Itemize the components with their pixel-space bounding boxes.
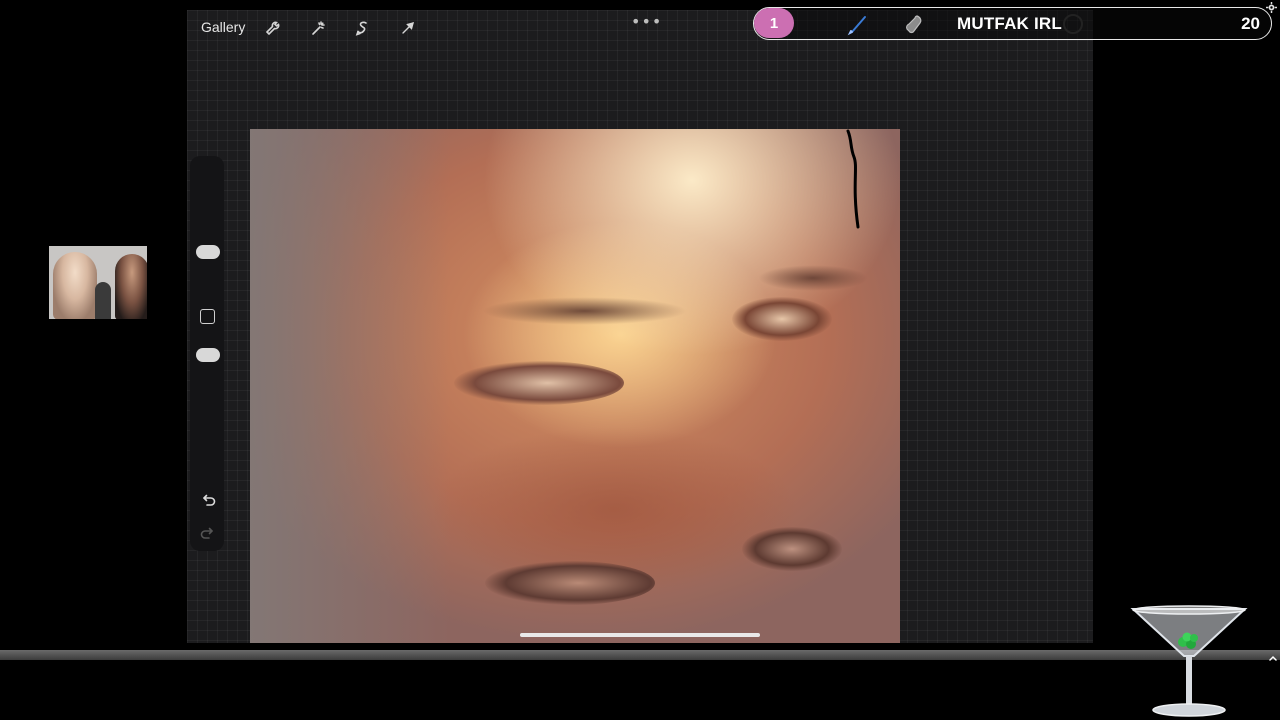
martini-glass-icon (1130, 605, 1248, 717)
undo-icon[interactable] (199, 492, 217, 510)
bottom-divider (0, 650, 1280, 660)
brush-icon[interactable] (846, 13, 870, 37)
webcam-person (95, 282, 111, 319)
opacity-slider[interactable] (196, 348, 220, 362)
stream-badge: 1 (754, 8, 794, 38)
color-picker-icon[interactable] (1063, 14, 1083, 34)
smudge-icon[interactable] (902, 13, 926, 37)
procreate-sidebar (190, 156, 224, 551)
artwork-brow (758, 265, 868, 291)
drawing-canvas[interactable] (250, 129, 900, 643)
gear-icon[interactable] (1266, 0, 1277, 13)
more-options-icon[interactable]: ••• (631, 12, 662, 31)
gallery-button[interactable]: Gallery (201, 19, 245, 35)
artwork-eye (732, 297, 832, 341)
artwork-eye (454, 361, 624, 405)
chevron-up-icon[interactable] (1268, 650, 1278, 661)
brush-size-slider[interactable] (196, 245, 220, 259)
wrench-icon[interactable] (264, 19, 282, 37)
artwork-reflection-eye (742, 527, 842, 571)
magic-wand-icon[interactable] (309, 19, 327, 37)
webcam-person (115, 254, 147, 319)
redo-icon[interactable] (199, 525, 217, 543)
modify-button[interactable] (200, 309, 215, 324)
stream-count: 20 (1241, 14, 1260, 33)
procreate-screen: Gallery ••• (187, 10, 1093, 643)
webcam-feed (49, 246, 147, 319)
selection-icon[interactable] (354, 19, 372, 37)
stream-title: MUTFAK IRL (957, 14, 1062, 33)
brush-stroke (846, 129, 860, 229)
home-indicator[interactable] (520, 633, 760, 637)
transform-arrow-icon[interactable] (399, 19, 417, 37)
stream-overlay-bar: 1 MUTFAK IRL 20 (753, 7, 1272, 40)
artwork-brow (482, 297, 687, 325)
canvas-shadow (250, 129, 450, 643)
webcam-person (53, 252, 97, 319)
artwork-reflection-eye (485, 561, 655, 605)
